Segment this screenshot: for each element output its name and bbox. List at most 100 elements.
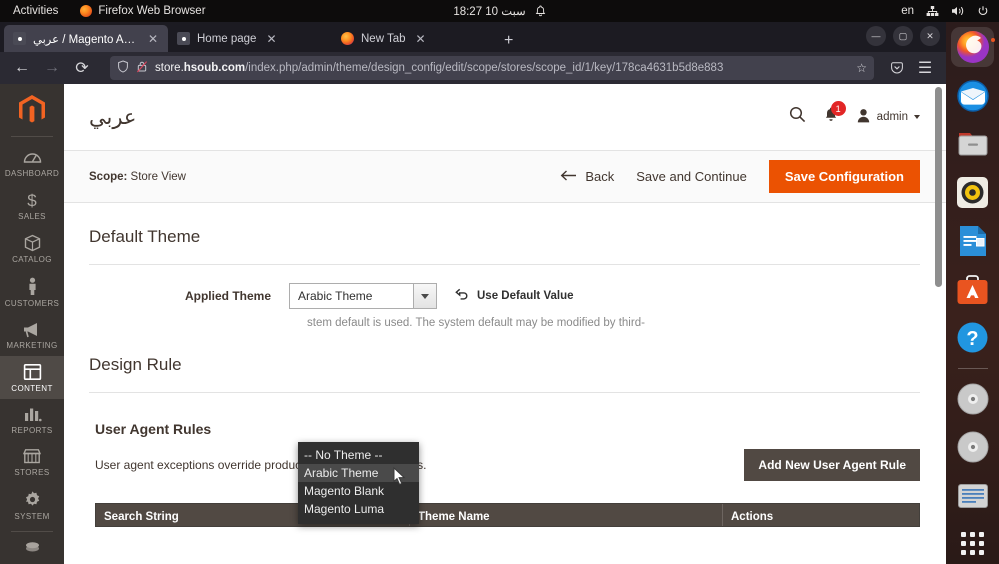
applied-theme-hint: stem default is used. The system default…: [307, 317, 645, 329]
running-indicator: [991, 38, 995, 42]
app-menu-button[interactable]: ☰: [912, 55, 938, 81]
dropdown-option-no-theme[interactable]: -- No Theme --: [298, 446, 419, 464]
svg-text:$: $: [27, 191, 37, 209]
sidebar-item-content[interactable]: CONTENT: [0, 356, 64, 399]
dock-item-thunderbird[interactable]: [951, 75, 994, 115]
network-icon[interactable]: [926, 5, 939, 17]
sidebar-item-sales[interactable]: $ SALES: [0, 184, 64, 227]
sidebar-item-label: SYSTEM: [14, 512, 50, 521]
sidebar-item-label: SALES: [18, 212, 46, 221]
sidebar-item-catalog[interactable]: CATALOG: [0, 227, 64, 270]
user-name: admin: [876, 111, 908, 123]
reload-button[interactable]: ⟳: [68, 55, 96, 81]
url-prefix: store.: [155, 62, 184, 74]
dock-item-rhythmbox[interactable]: [951, 172, 994, 212]
lock-broken-icon[interactable]: [136, 60, 148, 76]
browser-tab-magento-admin[interactable]: عربي / Magento Admin / ✕: [4, 25, 168, 52]
back-button[interactable]: Back: [560, 169, 614, 184]
dropdown-option-magento-luma[interactable]: Magento Luma: [298, 500, 419, 518]
maximize-button[interactable]: ▢: [893, 26, 913, 46]
sidebar-item-reports[interactable]: REPORTS: [0, 399, 64, 441]
user-menu[interactable]: admin: [856, 108, 920, 127]
sidebar-item-marketing[interactable]: MARKETING: [0, 314, 64, 356]
sidebar-item-label: CUSTOMERS: [4, 299, 60, 308]
notification-badge: 1: [830, 101, 846, 116]
magento-logo-icon[interactable]: [15, 93, 49, 127]
power-icon[interactable]: [977, 5, 989, 17]
dock-item-firefox[interactable]: [951, 27, 995, 68]
user-agent-rules-row: User agent exceptions override product a…: [89, 437, 920, 482]
activities-button[interactable]: Activities: [13, 5, 58, 17]
sidebar-item-label: DASHBOARD: [4, 169, 60, 178]
bell-icon[interactable]: [535, 5, 546, 17]
dock-item-ubuntu-software[interactable]: [951, 269, 994, 309]
page-icon: [13, 32, 26, 45]
save-and-continue-button[interactable]: Save and Continue: [636, 169, 747, 184]
page-actions-bar: Scope: Store View Back Save and Continue…: [64, 150, 946, 203]
url-bar[interactable]: store.hsoub.com/index.php/admin/theme/de…: [110, 56, 874, 80]
admin-sidebar: DASHBOARD $ SALES CATALOG CUSTOMERS MARK…: [0, 84, 64, 564]
pocket-icon[interactable]: [884, 55, 910, 81]
new-tab-button[interactable]: +: [496, 33, 521, 52]
dock-item-files[interactable]: [951, 124, 994, 164]
close-icon[interactable]: ✕: [413, 31, 429, 47]
browser-tab-new-tab[interactable]: New Tab ✕: [332, 25, 496, 52]
firefox-window: عربي / Magento Admin / ✕ Home page ✕ New…: [0, 22, 946, 564]
sidebar-item-extensions[interactable]: [0, 537, 64, 558]
applied-theme-label: Applied Theme: [184, 289, 271, 303]
firefox-icon: [341, 32, 354, 45]
page-icon: [177, 32, 190, 45]
clock[interactable]: 18:27 10 سبت: [453, 4, 525, 18]
close-icon[interactable]: ✕: [263, 31, 279, 47]
minimize-button[interactable]: —: [866, 26, 886, 46]
sidebar-item-label: MARKETING: [6, 341, 58, 350]
keyboard-layout-indicator[interactable]: en: [901, 5, 914, 17]
chevron-down-icon[interactable]: [414, 283, 437, 309]
applied-theme-control: Arabic Theme Use Default Value: [289, 283, 574, 309]
chevron-down-icon: [914, 115, 920, 119]
forward-button[interactable]: →: [38, 55, 66, 81]
close-window-button[interactable]: ✕: [920, 26, 940, 46]
table-header-row: Search String Theme Name Actions: [96, 504, 919, 527]
user-agent-rules-table: Search String Theme Name Actions: [95, 503, 920, 528]
notifications-bell-icon[interactable]: 1: [823, 101, 846, 128]
dock-item-libreoffice-writer[interactable]: [951, 221, 994, 261]
browser-tab-home-page[interactable]: Home page ✕: [168, 25, 332, 52]
shield-icon[interactable]: [117, 60, 129, 76]
column-header-actions: Actions: [722, 504, 919, 527]
navigation-toolbar: ← → ⟳ store.hsoub.com/index.php/admin/th…: [0, 52, 946, 84]
user-agent-rules-title: User Agent Rules: [95, 421, 212, 438]
add-new-user-agent-rule-button[interactable]: Add New User Agent Rule: [744, 449, 920, 482]
avatar: [856, 108, 871, 127]
sidebar-item-stores[interactable]: STORES: [0, 441, 64, 483]
page-title: عربي: [89, 105, 137, 129]
active-app-label: Firefox Web Browser: [98, 5, 206, 17]
bookmark-star-icon[interactable]: ☆: [856, 61, 867, 75]
use-default-value-button[interactable]: Use Default Value: [455, 283, 574, 303]
dock-item-text-editor[interactable]: [951, 475, 994, 515]
search-icon[interactable]: [789, 106, 806, 128]
sidebar-item-dashboard[interactable]: DASHBOARD: [0, 142, 64, 184]
url-path: /index.php/admin/theme/design_config/edi…: [245, 62, 724, 74]
active-app-menu[interactable]: Firefox Web Browser: [80, 5, 206, 17]
back-label: Back: [585, 169, 615, 184]
close-icon[interactable]: ✕: [145, 31, 161, 47]
show-applications-button[interactable]: [951, 524, 994, 564]
tab-bar: عربي / Magento Admin / ✕ Home page ✕ New…: [0, 22, 946, 52]
sidebar-item-label: STORES: [14, 468, 50, 477]
dock-item-disc[interactable]: [951, 379, 994, 419]
dock-item-help[interactable]: ?: [951, 317, 994, 357]
applied-theme-select[interactable]: Arabic Theme: [289, 283, 414, 309]
sidebar-item-system[interactable]: SYSTEM: [0, 483, 64, 527]
back-button[interactable]: ←: [8, 55, 36, 81]
design-rule-section: Design Rule User Agent Rules User agent …: [64, 331, 946, 528]
column-header-theme-name[interactable]: Theme Name: [409, 504, 722, 527]
sidebar-item-customers[interactable]: CUSTOMERS: [0, 270, 64, 314]
dock-item-disc-2[interactable]: [951, 427, 994, 467]
url-text[interactable]: store.hsoub.com/index.php/admin/theme/de…: [155, 62, 849, 74]
sidebar-divider-bottom: [11, 531, 53, 532]
volume-icon[interactable]: [951, 5, 965, 17]
save-configuration-button[interactable]: Save Configuration: [768, 160, 920, 193]
admin-page-header: عربي 1 admin: [64, 84, 946, 150]
page-scrollbar[interactable]: [935, 87, 942, 287]
